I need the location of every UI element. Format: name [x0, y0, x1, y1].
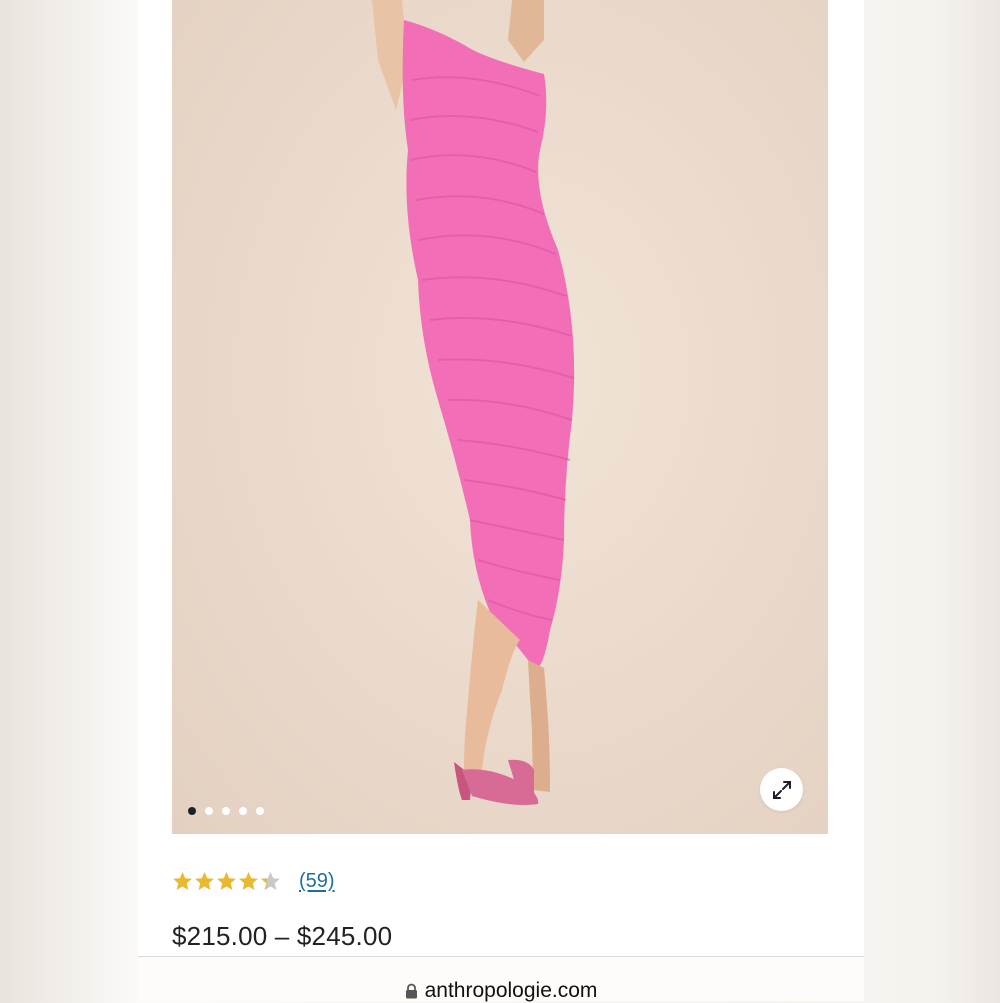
carousel-dot[interactable] — [256, 807, 264, 815]
expand-image-button[interactable] — [760, 768, 803, 811]
rating-row: (59) — [172, 866, 335, 896]
star-icon — [195, 871, 214, 890]
star-rating — [172, 871, 282, 892]
carousel-dot[interactable] — [205, 807, 213, 815]
carousel-dot-active[interactable] — [188, 807, 196, 815]
carousel-dot[interactable] — [222, 807, 230, 815]
star-icon — [239, 871, 258, 890]
lock-icon — [405, 983, 417, 999]
star-icon — [173, 871, 192, 890]
browser-address-bar[interactable]: anthropologie.com — [138, 956, 864, 1003]
url-text: anthropologie.com — [424, 979, 598, 1002]
carousel-indicators — [188, 807, 264, 815]
star-icon — [217, 871, 236, 890]
carousel-dot[interactable] — [239, 807, 247, 815]
product-image[interactable] — [172, 0, 828, 834]
star-icon — [261, 871, 280, 890]
price-range: $215.00 – $245.00 — [172, 921, 393, 951]
expand-arrows-icon — [772, 780, 791, 799]
url-display[interactable]: anthropologie.com — [138, 979, 864, 1003]
review-count-link[interactable]: (59) — [299, 870, 335, 893]
